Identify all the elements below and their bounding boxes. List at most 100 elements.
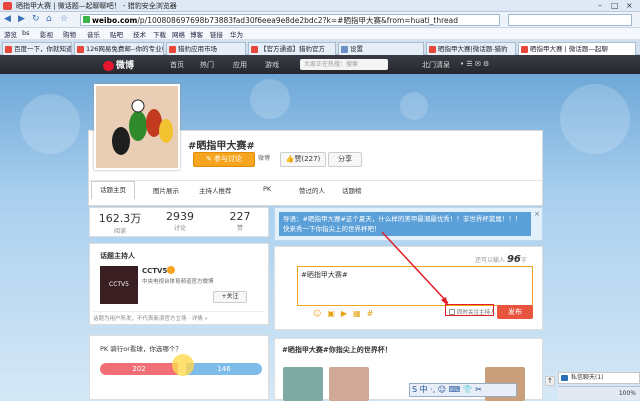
- follow-button[interactable]: +关注: [213, 291, 247, 303]
- close-icon[interactable]: ×: [626, 1, 633, 10]
- stat-value: 227: [229, 210, 251, 223]
- feed-heading: #晒指甲大赛#你指尖上的世界杯！: [282, 346, 392, 354]
- url-field[interactable]: weibo.com/p/100808697698b73883fad30f6eea…: [80, 14, 500, 26]
- window-title: 晒指甲大赛 | 微话题—起聊聊吧！ - 猎豹安全浏览器: [16, 2, 177, 10]
- fav-item[interactable]: bs: [22, 29, 30, 37]
- stat-like: 227 赞: [210, 210, 270, 232]
- tab-favicon-icon: [429, 46, 436, 53]
- chat-icon: [561, 375, 568, 381]
- nav-user-icons[interactable]: • ☰ ✉ ⚙: [460, 60, 489, 68]
- stat-label: 赞: [236, 225, 243, 232]
- weibo-search-input[interactable]: 大家正在热搜：搜索: [300, 59, 388, 70]
- like-label: 赞(227): [294, 155, 321, 163]
- count-value: 96: [506, 254, 521, 265]
- char-count: 还可以输入 96字: [475, 254, 527, 265]
- guide-text: 导语：#晒指甲大赛#这个夏天，什么样的美甲最潮最优秀！！非世界杯莫属！！！快来秀…: [279, 212, 531, 236]
- browser-icon: [3, 2, 12, 10]
- back-icon[interactable]: ◀: [4, 14, 11, 24]
- tab-strip: 百度一下，你就知道 126网易免费邮--你的专业电 猎豹应用市场 【官方通道】猎…: [0, 40, 640, 55]
- minimize-icon[interactable]: –: [598, 1, 602, 10]
- tab-weibo-active[interactable]: 晒指甲大赛 | 微话题—起聊: [518, 42, 636, 55]
- nav-hot[interactable]: 热门: [200, 60, 214, 70]
- host-note: 话题为用户所发，不代表新浪官方立场 · 详情 »: [93, 311, 265, 322]
- weibo-logo[interactable]: 微博: [103, 58, 134, 71]
- nav-apps[interactable]: 应用: [233, 60, 247, 70]
- tab-favicon-icon: [77, 46, 84, 53]
- tab-likers[interactable]: 赞过的人: [299, 185, 325, 195]
- tab-126mail[interactable]: 126网易免费邮--你的专业电: [74, 42, 164, 55]
- fav-item[interactable]: 贴吧: [110, 29, 123, 39]
- tab-host-recommend[interactable]: 主持人推荐: [199, 185, 232, 195]
- home-icon[interactable]: ⌂: [46, 14, 52, 24]
- scroll-top-icon[interactable]: ↑: [545, 376, 555, 386]
- host-description: 中央电视台体育频道官方微博: [142, 279, 214, 285]
- stat-value: 162.3万: [98, 212, 142, 225]
- verified-icon: [167, 266, 175, 274]
- private-chat-bar[interactable]: 私信聊天(1): [558, 372, 640, 384]
- refresh-icon[interactable]: ↻: [32, 14, 40, 24]
- nav-games[interactable]: 游戏: [265, 60, 279, 70]
- tab-pictures[interactable]: 图片展示: [153, 185, 179, 195]
- nav-user[interactable]: 北门清泉: [422, 60, 450, 70]
- background-bubble: [400, 92, 428, 120]
- fav-item[interactable]: 购物: [63, 29, 76, 39]
- fav-item[interactable]: 游览: [4, 29, 17, 39]
- topic-title: #晒指甲大赛#: [188, 141, 255, 152]
- join-discussion-button[interactable]: ✎ 参与讨论: [193, 152, 255, 167]
- ime-toolbar[interactable]: S 中 ·, ☺ ⌨ 👕 ✂: [409, 383, 517, 397]
- tab-settings[interactable]: 设置: [338, 42, 424, 55]
- fav-item[interactable]: 华为: [230, 29, 243, 39]
- browser-search-input[interactable]: [508, 14, 632, 26]
- fav-item[interactable]: 下载: [153, 29, 166, 39]
- tab-label: 126网易免费邮--你的专业电: [86, 45, 164, 53]
- tab-label: 猎豹应用市场: [178, 45, 217, 53]
- pk-burst-icon: [172, 354, 194, 376]
- tab-app-market[interactable]: 猎豹应用市场: [166, 42, 246, 55]
- tab-favicon-icon: [5, 46, 12, 53]
- topic-host-card: 话题主持人 CCTV5 CCTV5 中央电视台体育频道官方微博 话题为用户所发，…: [89, 243, 269, 325]
- fav-item[interactable]: 博客: [190, 29, 203, 39]
- tab-ranking[interactable]: 话题榜: [342, 185, 362, 195]
- weibo-top-nav: 微博 首页 热门 应用 游戏 大家正在热搜：搜索 北门清泉 • ☰ ✉ ⚙: [0, 55, 640, 74]
- topic-guide: 导语：#晒指甲大赛#这个夏天，什么样的美甲最潮最优秀！！非世界杯莫属！！！快来秀…: [274, 207, 543, 241]
- feed-thumbnail[interactable]: [329, 367, 369, 401]
- host-avatar[interactable]: CCTV5: [100, 266, 138, 304]
- fav-item[interactable]: 链接: [210, 29, 223, 39]
- fav-item[interactable]: 网络: [172, 29, 185, 39]
- pk-right-bar[interactable]: 146: [186, 363, 262, 375]
- host-name[interactable]: CCTV5: [142, 267, 167, 275]
- post-textarea[interactable]: #晒指甲大赛#: [297, 266, 533, 306]
- nav-home[interactable]: 首页: [170, 60, 184, 70]
- host-heading: 话题主持人: [100, 252, 135, 260]
- fav-item[interactable]: 影视: [40, 29, 53, 39]
- composer-tools[interactable]: ☺▣▶▦#: [313, 309, 379, 318]
- pk-left-bar[interactable]: 202: [100, 363, 178, 375]
- secure-icon: [83, 16, 90, 23]
- share-button[interactable]: 分享: [328, 152, 362, 167]
- address-toolbar: ◀ ▶ ↻ ⌂ ☆ weibo.com/p/100808697698b73883…: [0, 12, 640, 28]
- star-icon[interactable]: ☆: [60, 14, 68, 24]
- tab-baidu[interactable]: 百度一下，你就知道: [2, 42, 72, 55]
- tab-weibo-1[interactable]: 晒指甲大赛|微话题-猎豹: [426, 42, 516, 55]
- tab-favicon-icon: [169, 46, 176, 53]
- like-button[interactable]: 👍赞(227): [280, 152, 326, 167]
- feed-thumbnail[interactable]: [283, 367, 323, 401]
- tab-pk[interactable]: PK: [263, 185, 271, 193]
- guide-close-icon[interactable]: ×: [534, 210, 540, 218]
- nail-photo: [96, 86, 178, 168]
- fav-item[interactable]: 音乐: [87, 29, 100, 39]
- publish-button[interactable]: 发布: [497, 305, 533, 319]
- tab-topic-home[interactable]: 话题主页: [91, 181, 135, 199]
- forward-icon[interactable]: ▶: [18, 14, 25, 24]
- topic-stats: 162.3万 阅读 2939 讨论 227 赞: [89, 207, 269, 237]
- weibo-logo-icon: [103, 60, 114, 71]
- fav-item[interactable]: 技术: [133, 29, 146, 39]
- maximize-icon[interactable]: □: [611, 1, 619, 10]
- count-prefix: 还可以输入: [475, 257, 506, 264]
- tab-official[interactable]: 【官方通道】猎豹官方: [248, 42, 336, 55]
- stat-discuss: 2939 讨论: [150, 210, 210, 232]
- tab-label: 晒指甲大赛|微话题-猎豹: [438, 45, 508, 53]
- join-label: 参与讨论: [214, 155, 243, 163]
- tab-label: 晒指甲大赛 | 微话题—起聊: [530, 45, 608, 53]
- tab-label: 【官方通道】猎豹官方: [260, 45, 325, 53]
